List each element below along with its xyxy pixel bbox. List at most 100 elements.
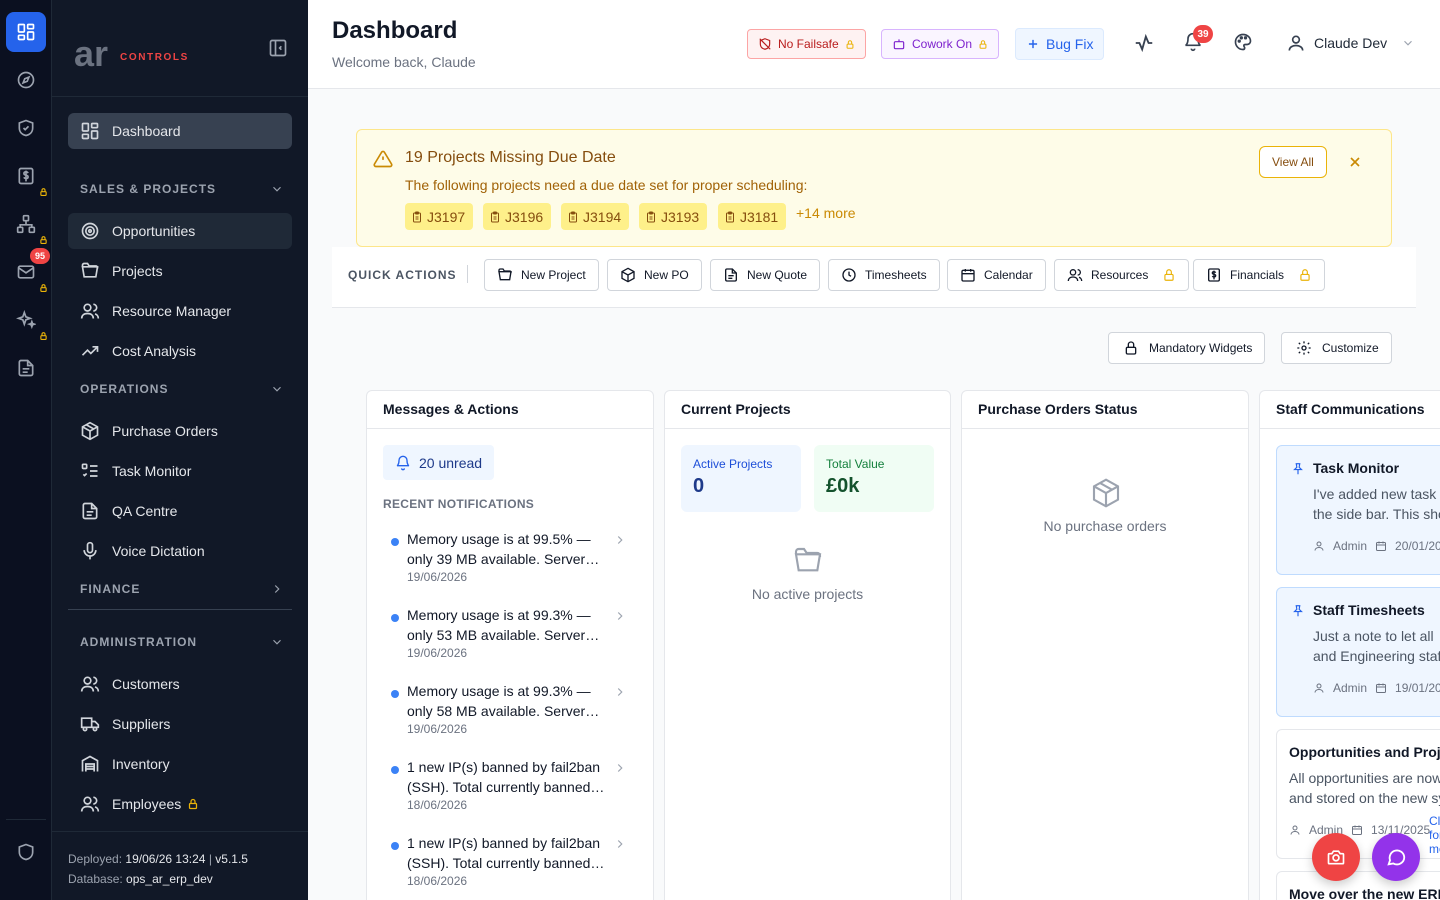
- notification-date: 18/06/2026: [407, 874, 468, 888]
- activity-icon[interactable]: [1133, 32, 1155, 54]
- icon-rail: 95: [0, 0, 52, 900]
- rail-shield-check-icon[interactable]: [6, 108, 46, 148]
- ar-controls-logo[interactable]: ar CONTROLS: [74, 38, 204, 70]
- quick-actions-bar: QUICK ACTIONS New Project New PO New Quo…: [332, 247, 1416, 308]
- package-icon: [1090, 477, 1122, 509]
- sidebar-item-opportunities[interactable]: Opportunities: [68, 213, 292, 249]
- project-chip[interactable]: J3196: [483, 203, 552, 230]
- preview-line: Just a note to let all: [1313, 628, 1434, 644]
- calendar-icon: [1375, 540, 1387, 552]
- customize-button[interactable]: Customize: [1281, 332, 1392, 364]
- rail-document-icon[interactable]: [6, 348, 46, 388]
- camera-icon: [1326, 847, 1346, 867]
- active-projects-stat[interactable]: Active Projects 0: [681, 445, 801, 512]
- database-info: Database: ops_ar_erp_dev: [68, 869, 292, 889]
- sidebar-item-task-monitor[interactable]: Task Monitor: [68, 453, 292, 489]
- total-value-stat[interactable]: Total Value £0k: [814, 445, 934, 512]
- palette-icon[interactable]: [1233, 32, 1253, 52]
- message-preview: Just a note to let all and Engineering s…: [1313, 626, 1440, 666]
- list-item[interactable]: Memory usage is at 99.3% — only 53 MB av…: [383, 605, 635, 669]
- sidebar-item-resource-manager[interactable]: Resource Manager: [68, 293, 292, 329]
- new-quote-button[interactable]: New Quote: [710, 259, 821, 291]
- sidebar-item-projects[interactable]: Projects: [68, 253, 292, 289]
- trending-up-icon: [80, 341, 100, 361]
- sidebar-item-cost-analysis[interactable]: Cost Analysis: [68, 333, 292, 369]
- sidebar-group-operations[interactable]: OPERATIONS: [80, 379, 284, 399]
- lock-icon: [1162, 268, 1176, 282]
- sidebar-collapse-icon[interactable]: [268, 38, 288, 58]
- rail-divider: [6, 819, 46, 820]
- alert-title: 19 Projects Missing Due Date: [405, 149, 616, 166]
- chat-fab-button[interactable]: [1372, 833, 1420, 881]
- sidebar-item-suppliers[interactable]: Suppliers: [68, 706, 292, 742]
- project-chip[interactable]: J3194: [561, 203, 630, 230]
- preview-line: and Engineering staff: [1313, 648, 1440, 664]
- list-item[interactable]: Staff Timesheets Just a note to let all …: [1276, 587, 1440, 717]
- timesheets-button[interactable]: Timesheets: [828, 259, 940, 291]
- user-name: Claude Dev: [1314, 35, 1388, 51]
- sidebar-item-label: Projects: [112, 263, 163, 279]
- sidebar-item-label: Customers: [112, 676, 180, 692]
- calendar-button[interactable]: Calendar: [947, 259, 1046, 291]
- sidebar-item-employees[interactable]: Employees: [68, 786, 292, 822]
- mail-badge: 95: [30, 248, 50, 264]
- list-item[interactable]: 1 new IP(s) banned by fail2ban (SSH). To…: [383, 757, 635, 821]
- project-chip[interactable]: J3193: [639, 203, 708, 230]
- file-text-icon: [80, 501, 100, 521]
- project-chip[interactable]: J3197: [405, 203, 474, 230]
- microphone-icon: [80, 541, 100, 561]
- project-chip[interactable]: J3181: [718, 203, 787, 230]
- screenshot-fab-button[interactable]: [1312, 833, 1360, 881]
- list-item[interactable]: Memory usage is at 99.3% — only 58 MB av…: [383, 681, 635, 745]
- cowork-toggle[interactable]: Cowork On: [881, 29, 1000, 59]
- list-item[interactable]: Memory usage is at 99.5% — only 39 MB av…: [383, 529, 635, 593]
- sidebar-item-customers[interactable]: Customers: [68, 666, 292, 702]
- resources-button[interactable]: Resources: [1054, 259, 1190, 291]
- target-icon: [80, 221, 100, 241]
- sidebar-item-purchase-orders[interactable]: Purchase Orders: [68, 413, 292, 449]
- view-all-button[interactable]: View All: [1259, 146, 1327, 178]
- alert-text: The following projects need a due date s…: [405, 177, 808, 193]
- warning-icon: [373, 149, 393, 169]
- new-po-button[interactable]: New PO: [607, 259, 702, 291]
- page-title: Dashboard: [332, 17, 458, 44]
- notification-date: 18/06/2026: [407, 798, 468, 812]
- sidebar-group-finance[interactable]: FINANCE: [80, 579, 284, 599]
- list-item[interactable]: Task Monitor I've added new task the sid…: [1276, 445, 1440, 575]
- financials-button[interactable]: Financials: [1193, 259, 1326, 291]
- rail-compass-icon[interactable]: [6, 60, 46, 100]
- preview-line: I've added new task: [1313, 486, 1437, 502]
- sidebar-group-administration[interactable]: ADMINISTRATION: [80, 632, 284, 652]
- bug-fix-button[interactable]: Bug Fix: [1015, 28, 1105, 60]
- package-icon: [80, 421, 100, 441]
- user-icon: [1286, 33, 1306, 53]
- sidebar-item-inventory[interactable]: Inventory: [68, 746, 292, 782]
- more-projects-link[interactable]: +14 more: [796, 205, 856, 221]
- sidebar-item-label: Purchase Orders: [112, 423, 218, 439]
- notification-text: Memory usage is at 99.3% — only 53 MB av…: [407, 607, 591, 643]
- sidebar-item-voice-dictation[interactable]: Voice Dictation: [68, 533, 292, 569]
- new-project-button[interactable]: New Project: [484, 259, 599, 291]
- sidebar-item-label: Cost Analysis: [112, 343, 197, 359]
- notification-text: 1 new IP(s) banned by fail2ban (SSH). To…: [407, 835, 601, 871]
- shield-off-icon: [758, 37, 772, 51]
- unread-count-button[interactable]: 20 unread: [383, 445, 495, 480]
- sidebar-item-dashboard[interactable]: Dashboard: [68, 113, 292, 149]
- failsafe-toggle[interactable]: No Failsafe: [747, 29, 866, 59]
- stat-value: 0: [693, 475, 705, 497]
- rail-shield-icon[interactable]: [6, 832, 46, 872]
- rail-dashboard-icon[interactable]: [6, 12, 46, 52]
- list-item[interactable]: Move over the new ERP: [1276, 871, 1440, 900]
- sidebar-group-divider: [68, 609, 292, 610]
- close-icon[interactable]: [1347, 154, 1363, 170]
- user-menu[interactable]: Claude Dev: [1286, 33, 1415, 53]
- mandatory-widgets-button[interactable]: Mandatory Widgets: [1108, 332, 1266, 364]
- chevron-right-icon: [613, 685, 627, 699]
- list-item[interactable]: 1 new IP(s) banned by fail2ban (SSH). To…: [383, 833, 635, 897]
- sidebar-item-qa-centre[interactable]: QA Centre: [68, 493, 292, 529]
- click-for-more-link[interactable]: Click for more: [1429, 814, 1440, 856]
- sidebar-group-sales-projects[interactable]: SALES & PROJECTS: [80, 179, 284, 199]
- list-item[interactable]: Opportunities and Projects All opportuni…: [1276, 729, 1440, 859]
- message-title: Staff Timesheets: [1313, 602, 1425, 618]
- notification-date: 19/06/2026: [407, 722, 468, 736]
